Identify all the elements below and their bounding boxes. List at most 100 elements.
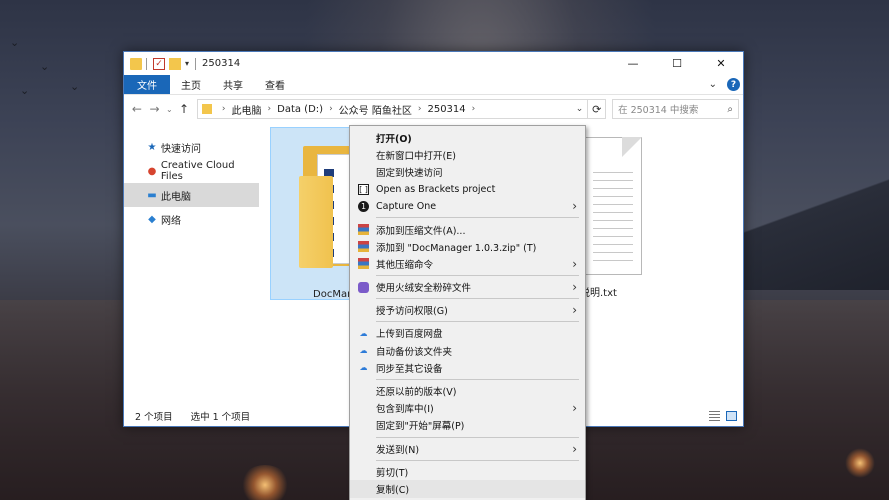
menu-item-send-to[interactable]: 发送到(N) › <box>350 440 585 457</box>
menu-item-other-archive-commands[interactable]: 其他压缩命令 › <box>350 255 585 272</box>
address-row: ← → ⌄ ↑ › 此电脑 › Data (D:) › 公众号 陌鱼社区 › 2… <box>124 95 743 123</box>
capture-one-icon: 1 <box>358 200 369 212</box>
wallpaper-light <box>240 465 290 500</box>
recent-locations-button[interactable]: ⌄ <box>163 105 175 114</box>
computer-icon: ▬ <box>147 189 157 201</box>
properties-icon[interactable]: ✓ <box>153 57 165 70</box>
tab-file[interactable]: 文件 <box>124 75 170 94</box>
text-file-icon[interactable] <box>584 137 642 277</box>
back-button[interactable]: ← <box>128 102 146 116</box>
nav-item-label: 此电脑 <box>161 191 191 203</box>
baidu-netdisk-icon: ☁ <box>359 363 368 373</box>
tab-share[interactable]: 共享 <box>212 75 254 94</box>
help-icon[interactable]: ? <box>727 78 740 91</box>
submenu-arrow-icon: › <box>572 303 577 318</box>
tab-home[interactable]: 主页 <box>170 75 212 94</box>
breadcrumb-separator[interactable]: › <box>222 104 226 114</box>
menu-item-huorong-shred[interactable]: 使用火绒安全粉碎文件 › <box>350 279 585 296</box>
menu-item-pin-start[interactable]: 固定到"开始"屏幕(P) <box>350 417 585 434</box>
menu-separator <box>376 459 579 461</box>
archive-icon <box>358 241 369 253</box>
view-switcher <box>709 410 743 421</box>
menu-separator <box>376 298 579 300</box>
close-button[interactable]: ✕ <box>699 52 743 75</box>
menu-separator <box>376 436 579 438</box>
star-icon: ★ <box>147 141 157 153</box>
submenu-arrow-icon: › <box>572 280 577 295</box>
address-dropdown-icon[interactable]: ⌄ <box>576 104 588 114</box>
submenu-arrow-icon: › <box>572 256 577 271</box>
nav-item-label: 网络 <box>161 215 181 227</box>
creative-cloud-icon: ● <box>147 165 157 177</box>
nav-item-network[interactable]: ◆ 网络 <box>124 207 259 231</box>
menu-item-copy[interactable]: 复制(C) <box>350 480 585 498</box>
expand-ribbon-icon[interactable]: ⌄ <box>709 79 717 90</box>
menu-separator <box>376 275 579 276</box>
folder-icon <box>201 104 212 114</box>
menu-item-grant-access[interactable]: 授予访问权限(G) › <box>350 302 585 319</box>
menu-item-restore-versions[interactable]: 还原以前的版本(V) <box>350 382 585 399</box>
folder-icon <box>130 57 142 70</box>
tab-view[interactable]: 查看 <box>254 75 296 94</box>
title-bar: ✓ ▾ 250314 — ☐ ✕ <box>124 52 743 75</box>
menu-item-open[interactable]: 打开(O) <box>350 129 585 146</box>
baidu-netdisk-icon: ☁ <box>359 328 368 338</box>
menu-item-sync-devices[interactable]: ☁ 同步至其它设备 <box>350 359 585 376</box>
forward-button[interactable]: → <box>146 102 164 116</box>
breadcrumb-drive[interactable]: Data (D:) <box>277 104 323 115</box>
details-view-icon[interactable] <box>709 410 720 421</box>
breadcrumb-current[interactable]: 250314 <box>427 104 465 115</box>
bird-icon: ⌄ <box>70 80 80 93</box>
menu-separator <box>376 217 579 219</box>
menu-item-add-to-zip[interactable]: 添加到 "DocManager 1.0.3.zip" (T) <box>350 238 585 255</box>
menu-item-include-in-library[interactable]: 包含到库中(I) › <box>350 400 585 417</box>
new-folder-icon[interactable] <box>169 57 181 70</box>
nav-item-quick-access[interactable]: ★ 快速访问 <box>124 135 259 159</box>
nav-item-creative-cloud[interactable]: ● Creative Cloud Files <box>124 159 259 183</box>
huorong-icon <box>358 281 369 293</box>
archive-icon <box>358 223 369 235</box>
wallpaper-light <box>845 448 875 478</box>
window-controls: — ☐ ✕ <box>611 52 743 75</box>
search-placeholder: 在 250314 中搜索 <box>618 105 699 116</box>
refresh-button[interactable]: ⟳ <box>588 99 607 119</box>
large-icons-view-icon[interactable] <box>726 410 737 421</box>
ribbon-tabs: 文件 主页 共享 查看 ⌄ ? <box>124 75 743 95</box>
breadcrumb-separator[interactable]: › <box>329 104 333 114</box>
archive-icon <box>358 258 369 270</box>
ribbon-right: ⌄ ? <box>709 75 743 94</box>
breadcrumb-folder[interactable]: 公众号 陌鱼社区 <box>339 102 412 117</box>
menu-item-open-new-window[interactable]: 在新窗口中打开(E) <box>350 146 585 163</box>
address-bar[interactable]: › 此电脑 › Data (D:) › 公众号 陌鱼社区 › 250314 › … <box>196 99 589 119</box>
brackets-icon: [ ] <box>358 183 369 195</box>
selected-count: 选中 1 个项目 <box>190 411 251 423</box>
context-menu: 打开(O) 在新窗口中打开(E) 固定到快速访问 [ ] Open as Bra… <box>349 125 586 500</box>
breadcrumb-separator[interactable]: › <box>268 104 272 114</box>
menu-item-add-to-archive[interactable]: 添加到压缩文件(A)... <box>350 221 585 238</box>
divider <box>195 57 197 70</box>
window-title: 250314 <box>202 58 241 69</box>
menu-item-open-brackets[interactable]: [ ] Open as Brackets project <box>350 181 585 198</box>
search-input[interactable]: 在 250314 中搜索 ⌕ <box>612 99 740 119</box>
breadcrumb-this-pc[interactable]: 此电脑 <box>232 102 262 117</box>
nav-item-label: Creative Cloud Files <box>160 160 235 182</box>
maximize-button[interactable]: ☐ <box>655 52 699 75</box>
navigation-pane: ★ 快速访问 ● Creative Cloud Files ▬ 此电脑 ◆ 网络 <box>124 123 259 405</box>
breadcrumb-separator[interactable]: › <box>418 104 422 114</box>
nav-item-label: 快速访问 <box>161 143 201 155</box>
menu-item-auto-backup[interactable]: ☁ 自动备份该文件夹 <box>350 342 585 359</box>
menu-item-pin-quick-access[interactable]: 固定到快速访问 <box>350 163 585 180</box>
bird-icon: ⌄ <box>20 84 30 97</box>
menu-item-cut[interactable]: 剪切(T) <box>350 463 585 480</box>
submenu-arrow-icon: › <box>572 401 577 416</box>
search-icon[interactable]: ⌕ <box>727 104 738 115</box>
up-button[interactable]: ↑ <box>175 102 193 116</box>
minimize-button[interactable]: — <box>611 52 655 75</box>
baidu-netdisk-icon: ☁ <box>359 346 368 356</box>
bird-icon: ⌄ <box>40 60 50 73</box>
customize-toolbar-icon[interactable]: ▾ <box>185 59 189 68</box>
menu-item-capture-one[interactable]: 1 Capture One › <box>350 198 585 215</box>
nav-item-this-pc[interactable]: ▬ 此电脑 <box>124 183 259 207</box>
breadcrumb-separator[interactable]: › <box>472 104 476 114</box>
menu-item-upload-baidu[interactable]: ☁ 上传到百度网盘 <box>350 325 585 342</box>
